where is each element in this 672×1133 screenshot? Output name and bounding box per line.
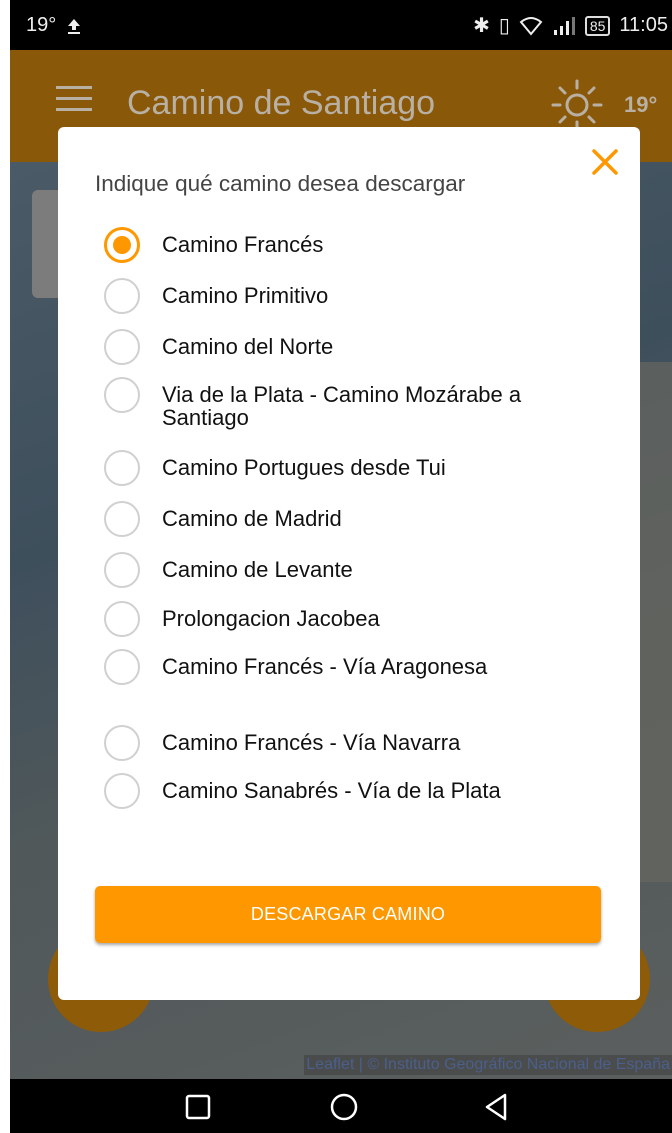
option-label: Camino Francés [162, 232, 324, 257]
option-camino-portugues[interactable]: Camino Portugues desde Tui [104, 450, 522, 486]
phone-screen: 19° ✱ ▯ 85 11:05 Camino de Santiago 19° … [10, 0, 672, 1133]
radio-icon[interactable] [104, 649, 140, 685]
radio-icon[interactable] [104, 552, 140, 588]
radio-icon[interactable] [104, 725, 140, 761]
dialog-heading: Indique qué camino desea descargar [95, 171, 466, 196]
radio-icon[interactable] [104, 773, 140, 809]
recent-apps-icon[interactable] [182, 1091, 214, 1123]
app-title: Camino de Santiago [127, 84, 436, 122]
status-time: 11:05 [619, 14, 668, 36]
option-camino-del-norte[interactable]: Camino del Norte [104, 329, 522, 365]
option-label: Camino Francés - Vía Aragonesa [162, 654, 488, 679]
upload-arrow-icon [68, 18, 81, 34]
radio-icon[interactable] [104, 601, 140, 637]
signal-icon [553, 16, 575, 35]
option-prolongacion-jacobea[interactable]: Prolongacion Jacobea [104, 601, 522, 637]
radio-icon[interactable] [104, 450, 140, 486]
option-label: Camino Primitivo [162, 283, 329, 308]
option-label: Camino Portugues desde Tui [162, 455, 446, 480]
option-label: Via de la Plata - Camino Mozárabe a Sant… [162, 382, 522, 430]
close-icon[interactable] [588, 145, 622, 179]
option-via-navarra[interactable]: Camino Francés - Vía Navarra [104, 725, 522, 761]
navigation-bar [10, 1079, 672, 1133]
map-attribution[interactable]: Leaflet | © Instituto Geográfico Naciona… [304, 1055, 672, 1075]
wifi-icon [519, 16, 543, 36]
option-label: Camino de Levante [162, 557, 353, 582]
radio-icon[interactable] [104, 501, 140, 537]
back-icon[interactable] [480, 1091, 512, 1123]
option-camino-primitivo[interactable]: Camino Primitivo [104, 278, 522, 314]
option-label: Camino Francés - Vía Navarra [162, 730, 461, 755]
option-camino-de-levante[interactable]: Camino de Levante [104, 552, 522, 588]
option-label: Camino Sanabrés - Vía de la Plata [162, 778, 501, 803]
radio-selected-icon[interactable] [104, 227, 140, 263]
option-camino-sanabres[interactable]: Camino Sanabrés - Vía de la Plata [104, 773, 522, 809]
option-label: Prolongacion Jacobea [162, 606, 380, 631]
download-button[interactable]: DESCARGAR CAMINO [95, 886, 601, 943]
sun-icon [551, 79, 603, 131]
status-bar: 19° ✱ ▯ 85 11:05 [10, 0, 672, 50]
option-camino-frances[interactable]: Camino Francés [104, 227, 522, 263]
vibrate-icon: ▯ [498, 15, 510, 37]
home-icon[interactable] [328, 1091, 360, 1123]
radio-icon[interactable] [104, 278, 140, 314]
menu-icon[interactable] [56, 86, 92, 112]
option-label: Camino del Norte [162, 334, 334, 359]
battery-indicator: 85 [584, 15, 611, 36]
download-dialog: Indique qué camino desea descargar Camin… [58, 127, 640, 1000]
radio-icon[interactable] [104, 377, 140, 413]
option-label: Camino de Madrid [162, 506, 342, 531]
option-camino-de-madrid[interactable]: Camino de Madrid [104, 501, 522, 537]
weather-temperature: 19° [624, 92, 658, 117]
option-via-aragonesa[interactable]: Camino Francés - Vía Aragonesa [104, 649, 522, 685]
option-via-de-la-plata[interactable]: Via de la Plata - Camino Mozárabe a Sant… [104, 377, 522, 429]
radio-icon[interactable] [104, 329, 140, 365]
bluetooth-icon: ✱ [473, 15, 490, 37]
status-temperature: 19° [26, 14, 57, 36]
